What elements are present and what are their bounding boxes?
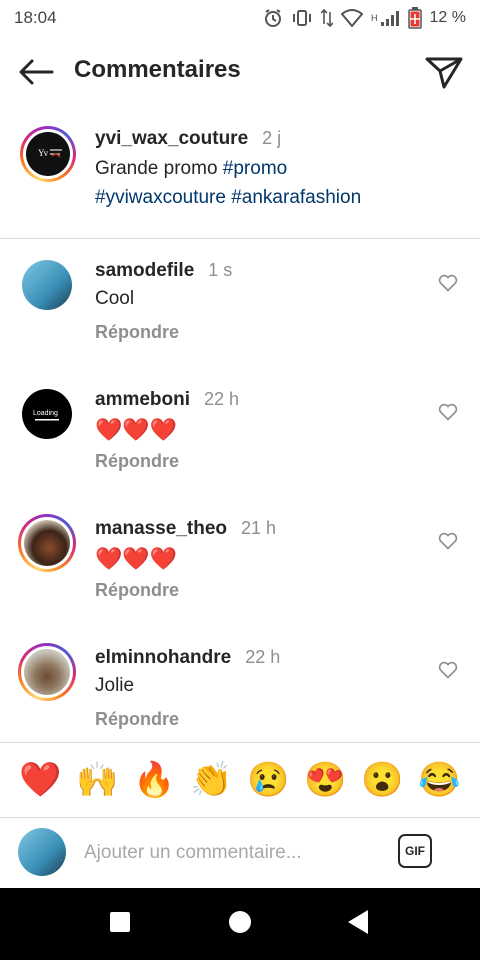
page-title: Commentaires <box>74 56 241 83</box>
signal-icon <box>380 11 399 26</box>
alarm-icon <box>265 9 282 27</box>
like-heart-icon[interactable] <box>438 274 458 292</box>
reaction-heart-eyes[interactable]: 😍 <box>304 763 346 797</box>
svg-text:Loading: Loading <box>33 410 58 417</box>
reaction-clap[interactable]: 👏 <box>190 763 232 797</box>
hashtag-link[interactable]: #promo <box>223 158 287 179</box>
caption-avatar-ring[interactable]: Yv <box>20 126 76 182</box>
battery-percent: 12 % <box>429 9 466 26</box>
reply-button[interactable]: Répondre <box>95 322 179 343</box>
story-ring[interactable] <box>18 643 76 701</box>
comment-header: samodefile 1 s <box>95 260 232 282</box>
comment-text: Cool <box>95 288 135 309</box>
status-bar: 18:04 H 12 % <box>0 0 480 36</box>
avatar <box>18 828 66 876</box>
comment-username[interactable]: samodefile <box>95 260 194 281</box>
comment-header: ammeboni 22 h <box>95 389 239 411</box>
vibrate-icon <box>293 10 312 26</box>
network-type: H <box>371 13 378 23</box>
send-icon[interactable] <box>424 54 464 90</box>
status-icons: H 12 % <box>263 7 466 29</box>
comment-text: ❤️❤️❤️ <box>95 417 178 442</box>
comment-username[interactable]: elminnohandre <box>95 647 231 668</box>
nav-back-icon[interactable] <box>348 910 368 934</box>
comment-header: elminnohandre 22 h <box>95 647 280 669</box>
system-nav-bar <box>0 888 480 960</box>
caption-username[interactable]: yvi_wax_couture <box>95 128 248 149</box>
reaction-fire[interactable]: 🔥 <box>133 763 175 797</box>
avatar[interactable] <box>22 260 72 310</box>
avatar <box>24 649 70 695</box>
loading-logo-icon: Loading <box>33 410 59 421</box>
app-bar: Commentaires <box>0 40 480 104</box>
avatar[interactable]: Loading <box>22 389 72 439</box>
back-arrow-icon[interactable] <box>16 56 56 88</box>
like-heart-icon[interactable] <box>438 532 458 550</box>
comment-input[interactable]: Ajouter un commentaire... <box>84 842 302 864</box>
comment-time: 22 h <box>204 389 240 409</box>
reply-button[interactable]: Répondre <box>95 580 179 601</box>
gif-button[interactable]: GIF <box>398 834 432 868</box>
comment-username[interactable]: manasse_theo <box>95 518 227 539</box>
data-arrows-icon <box>321 8 334 28</box>
reaction-heart[interactable]: ❤️ <box>19 763 61 797</box>
battery-icon <box>407 7 422 29</box>
reaction-laughing[interactable]: 😂 <box>418 763 460 797</box>
like-heart-icon[interactable] <box>438 661 458 679</box>
home-icon[interactable] <box>229 911 251 933</box>
post-caption: Yv yvi_wax_couture 2 j Grande promo #prom… <box>0 118 480 239</box>
comment-time: 22 h <box>245 647 281 667</box>
comment-username[interactable]: ammeboni <box>95 389 190 410</box>
wifi-icon <box>341 9 364 27</box>
status-time: 18:04 <box>14 8 57 27</box>
comment-time: 21 h <box>241 518 277 538</box>
story-ring[interactable] <box>18 514 76 572</box>
reaction-raised-hands[interactable]: 🙌 <box>76 763 118 797</box>
reaction-surprised[interactable]: 😮 <box>361 763 403 797</box>
recents-icon[interactable] <box>110 912 130 932</box>
caption-time: 2 j <box>262 128 282 148</box>
hashtag-link[interactable]: #ankarafashion <box>231 187 361 208</box>
brand-logo-icon: Yv <box>26 132 70 176</box>
comment-text: Jolie <box>95 675 135 696</box>
comment-text: ❤️❤️❤️ <box>95 546 178 571</box>
caption-text-plain: Grande promo <box>95 158 223 179</box>
reply-button[interactable]: Répondre <box>95 451 179 472</box>
comment-time: 1 s <box>208 260 233 280</box>
avatar: Yv <box>26 132 70 176</box>
reply-button[interactable]: Répondre <box>95 709 179 730</box>
svg-text:Yv: Yv <box>38 148 49 158</box>
hashtag-link[interactable]: #yviwaxcouture <box>95 187 226 208</box>
avatar <box>24 520 70 566</box>
comment-header: manasse_theo 21 h <box>95 518 276 540</box>
comment-item: manasse_theo 21 h ❤️❤️❤️ Répondre <box>0 508 480 637</box>
caption-text: Grande promo #promo #yviwaxcouture #anka… <box>95 154 455 212</box>
caption-header: yvi_wax_couture 2 j <box>95 128 281 150</box>
comment-item: Loading ammeboni 22 h ❤️❤️❤️ Répondre <box>0 379 480 508</box>
comment-item: samodefile 1 s Cool Répondre <box>0 250 480 379</box>
like-heart-icon[interactable] <box>438 403 458 421</box>
reaction-crying[interactable]: 😢 <box>247 763 289 797</box>
quick-reactions-bar: ❤️ 🙌 🔥 👏 😢 😍 😮 😂 <box>0 742 480 818</box>
